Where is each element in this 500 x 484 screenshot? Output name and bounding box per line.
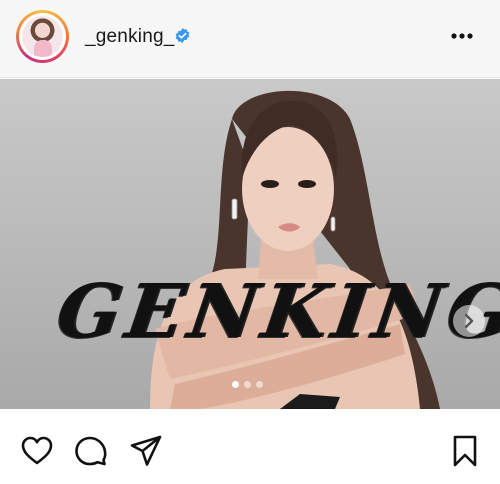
carousel-dot xyxy=(232,381,239,388)
heart-icon[interactable] xyxy=(20,434,54,468)
more-options-icon[interactable] xyxy=(446,26,478,46)
carousel-next-button[interactable] xyxy=(453,305,485,337)
photo-overlay-text: GENKING. xyxy=(51,269,500,355)
carousel-indicator xyxy=(232,381,272,389)
post-header: _genking_ xyxy=(0,0,500,78)
bookmark-icon[interactable] xyxy=(448,434,482,468)
portrait-illustration xyxy=(150,90,440,409)
chevron-right-icon xyxy=(464,313,474,329)
username-link[interactable]: _genking_ xyxy=(85,26,175,48)
post-photo[interactable]: GENKING. xyxy=(0,79,500,409)
comment-icon[interactable] xyxy=(74,434,108,468)
send-icon[interactable] xyxy=(129,434,163,468)
avatar[interactable] xyxy=(16,10,69,63)
carousel-dot xyxy=(244,381,251,388)
carousel-dot xyxy=(256,381,263,388)
avatar-image xyxy=(22,16,63,57)
verified-badge-icon xyxy=(175,28,190,43)
post-actions-bar xyxy=(0,409,500,484)
